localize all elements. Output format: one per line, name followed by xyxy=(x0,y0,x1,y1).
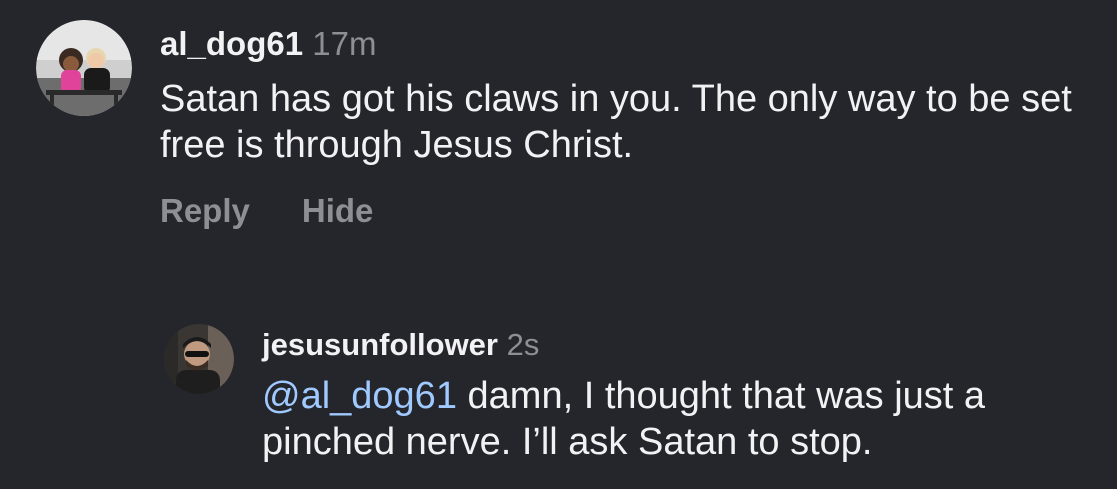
timestamp: 17m xyxy=(312,25,377,62)
hide-button[interactable]: Hide xyxy=(302,194,374,227)
timestamp: 2s xyxy=(506,327,540,362)
avatar[interactable] xyxy=(36,20,132,116)
username[interactable]: al_dog61 xyxy=(160,25,303,62)
mention-link[interactable]: @al_dog61 xyxy=(262,375,457,417)
avatar-photo-icon xyxy=(164,324,234,394)
avatar[interactable] xyxy=(164,324,234,394)
comment-text: @al_dog61 damn, I thought that was just … xyxy=(262,373,1102,465)
avatar-photo-icon xyxy=(36,20,132,116)
reply-button[interactable]: Reply xyxy=(160,194,250,227)
username[interactable]: jesusunfollower xyxy=(262,327,498,362)
comment-text: Satan has got his claws in you. The only… xyxy=(160,78,1072,166)
